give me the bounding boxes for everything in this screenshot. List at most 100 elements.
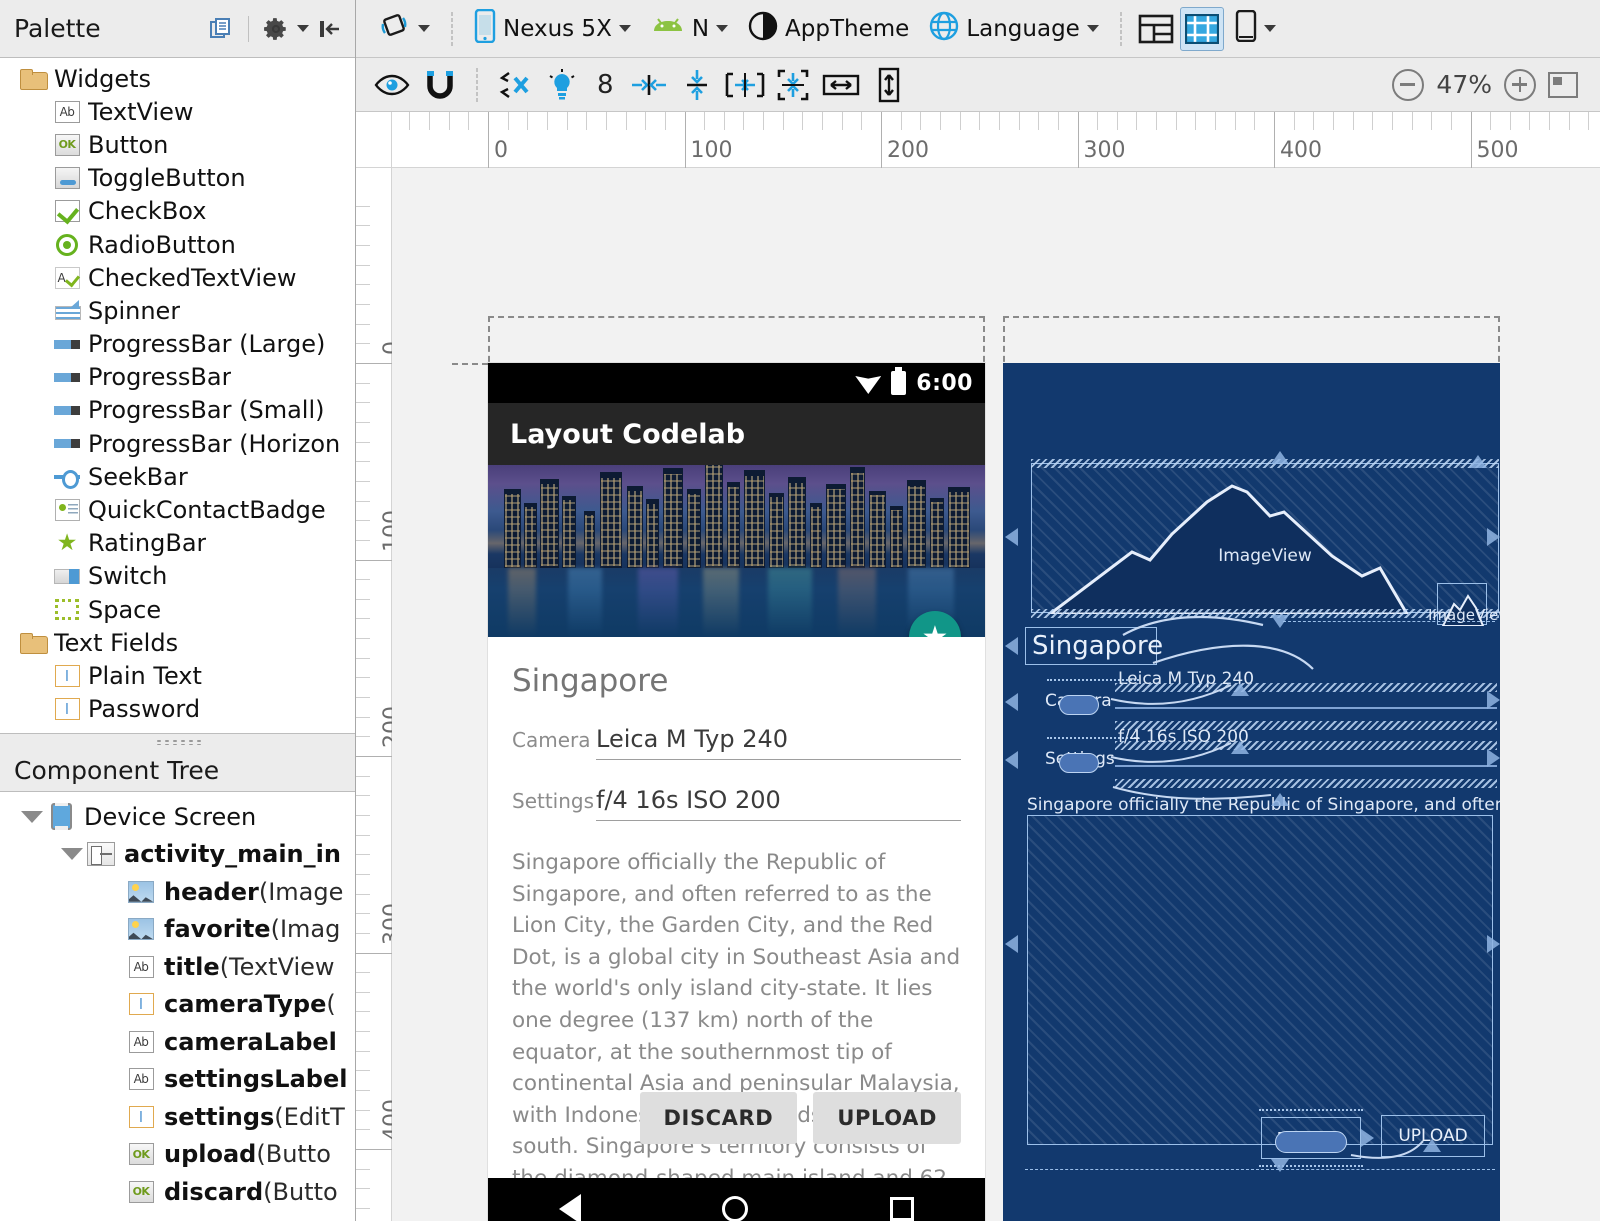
clear-constraints-icon[interactable] <box>492 63 536 107</box>
design-canvas[interactable]: 0100200300400500 0100200300400 6:00 <box>356 112 1600 1221</box>
tree-item-type: ( <box>326 990 336 1019</box>
expand-horizontal-icon[interactable] <box>819 63 863 107</box>
blueprint-preview[interactable]: ImageView ImageView Singapore <box>1003 363 1500 1221</box>
back-icon[interactable] <box>558 1194 581 1221</box>
default-margin-value[interactable]: 8 <box>588 64 623 106</box>
blueprint-camera-wave-top <box>1115 683 1497 692</box>
ruler-tick <box>1529 112 1531 130</box>
palette-item-ratingbar[interactable]: ★ RatingBar <box>0 527 355 560</box>
palette-item-quickcontactbadge[interactable]: QuickContactBadge <box>0 493 355 526</box>
expand-arrow-icon[interactable] <box>58 848 86 861</box>
tree-item-title[interactable]: Ab title (TextView <box>0 948 355 986</box>
home-icon[interactable] <box>722 1196 749 1221</box>
device-config-selector[interactable] <box>1226 8 1285 50</box>
palette-item-seekbar[interactable]: SeekBar <box>0 460 355 493</box>
palette-item-checkedtextview[interactable]: A CheckedTextView <box>0 261 355 294</box>
palette-item-button[interactable]: OK Button <box>0 128 355 161</box>
palette-item-plain-text[interactable]: I Plain Text <box>0 659 355 692</box>
upload-button[interactable]: UPLOAD <box>813 1092 961 1144</box>
canvas-scene[interactable]: 6:00 Layout Codelab ★ Singapore Camera L… <box>392 168 1600 1221</box>
textview-icon: Ab <box>52 99 82 125</box>
autoconnect-magnet-icon[interactable] <box>418 63 462 107</box>
pack-horizontal-icon[interactable] <box>723 63 767 107</box>
palette-item-progressbar[interactable]: ProgressBar <box>0 361 355 394</box>
chevron-down-icon[interactable] <box>297 25 309 32</box>
tree-item-activity_main_in[interactable]: activity_main_in <box>0 836 355 874</box>
edittext-icon: I <box>52 696 82 722</box>
blueprint-settings-wave-bottom <box>1115 779 1497 788</box>
palette-item-textview[interactable]: Ab TextView <box>0 95 355 128</box>
palette-item-password[interactable]: I Password <box>0 693 355 726</box>
palette-group-text-fields[interactable]: Text Fields <box>0 626 355 659</box>
splitter-grip[interactable] <box>154 739 201 745</box>
ruler-tick <box>763 112 765 130</box>
star-icon: ★ <box>921 619 949 638</box>
tree-item-favorite[interactable]: favorite (Imag <box>0 911 355 949</box>
discard-button[interactable]: DISCARD <box>639 1092 798 1144</box>
expand-vertical-icon[interactable] <box>867 63 911 107</box>
divider <box>451 10 453 47</box>
settings-input[interactable]: f/4 16s ISO 200 <box>596 786 961 821</box>
tree-item-device-screen[interactable]: Device Screen <box>0 798 355 836</box>
zoom-in-icon[interactable] <box>1504 68 1536 101</box>
palette-item-spinner[interactable]: Spinner <box>0 294 355 327</box>
palette-item-checkbox[interactable]: CheckBox <box>0 195 355 228</box>
copy-icon[interactable] <box>206 14 236 44</box>
theme-selector[interactable]: AppTheme <box>739 8 918 50</box>
component-tree-title: Component Tree <box>14 756 220 785</box>
ruler-tick <box>1116 112 1118 130</box>
tree-item-settingslabel[interactable]: Ab settingsLabel <box>0 1061 355 1099</box>
blueprint-camera-pill[interactable] <box>1059 695 1099 715</box>
pack-vertical-icon[interactable] <box>771 63 815 107</box>
tree-item-cameratype[interactable]: IcameraType ( <box>0 986 355 1024</box>
blueprint-title[interactable]: Singapore <box>1025 627 1163 665</box>
blueprint-header-imageview[interactable]: ImageView <box>1031 463 1499 614</box>
blueprint-view-icon[interactable] <box>1179 6 1224 51</box>
palette-item-progressbar-horizon[interactable]: ProgressBar (Horizon <box>0 427 355 460</box>
ruler-tick <box>356 421 370 423</box>
constraint-arrow-up-upload <box>1423 1139 1441 1152</box>
zoom-fit-icon[interactable] <box>1548 71 1578 98</box>
align-horizontal-icon[interactable] <box>627 63 671 107</box>
palette-item-space[interactable]: Space <box>0 593 355 626</box>
infer-constraints-icon[interactable] <box>540 63 584 107</box>
design-view-icon[interactable] <box>1134 7 1178 51</box>
device-selector[interactable]: Nexus 5X <box>465 8 640 50</box>
palette-item-radiobutton[interactable]: RadioButton <box>0 228 355 261</box>
align-vertical-icon[interactable] <box>675 63 719 107</box>
tree-item-cameralabel[interactable]: Ab cameraLabel <box>0 1023 355 1061</box>
tree-item-discard[interactable]: OK discard (Butto <box>0 1173 355 1211</box>
language-selector[interactable]: Language <box>920 8 1108 50</box>
blueprint-settings-pill[interactable] <box>1059 753 1099 773</box>
component-tree-list[interactable]: Device Screen activity_main_in header (Ima… <box>0 792 355 1221</box>
palette-group-widgets[interactable]: Widgets <box>0 62 355 95</box>
tree-item-header[interactable]: header (Image <box>0 873 355 911</box>
orientation-selector[interactable] <box>368 8 439 50</box>
device-preview[interactable]: 6:00 Layout Codelab ★ Singapore Camera L… <box>488 363 985 1221</box>
blueprint-settings-wave-top <box>1115 741 1497 750</box>
blueprint-discard-pill[interactable] <box>1275 1131 1347 1153</box>
settings-field-row[interactable]: Settings f/4 16s ISO 200 <box>512 786 961 821</box>
gear-icon[interactable] <box>261 14 291 44</box>
palette-list[interactable]: Widgets Ab TextView OK Button ToggleButton Che… <box>0 58 355 734</box>
progressbar-icon <box>52 397 82 423</box>
palette-item-label: Button <box>88 130 169 159</box>
blueprint-body-block[interactable] <box>1027 815 1493 1145</box>
palette-item-togglebutton[interactable]: ToggleButton <box>0 162 355 195</box>
header-image[interactable]: ★ <box>488 465 985 637</box>
api-selector[interactable]: N <box>642 8 737 50</box>
camera-input[interactable]: Leica M Typ 240 <box>596 725 961 760</box>
tree-item-settings[interactable]: Isettings (EditT <box>0 1098 355 1136</box>
expand-arrow-icon[interactable] <box>18 810 46 823</box>
palette-item-switch[interactable]: Switch <box>0 560 355 593</box>
collapse-icon[interactable] <box>315 14 345 44</box>
ruler-tick <box>979 112 981 130</box>
palette-item-progressbar-small[interactable]: ProgressBar (Small) <box>0 394 355 427</box>
zoom-out-icon[interactable] <box>1392 68 1425 101</box>
camera-field-row[interactable]: Camera Leica M Typ 240 <box>512 725 961 760</box>
panel-splitter[interactable] <box>0 734 355 750</box>
palette-item-progressbar-large[interactable]: ProgressBar (Large) <box>0 328 355 361</box>
tree-item-upload[interactable]: OK upload (Butto <box>0 1136 355 1174</box>
show-constraints-icon[interactable] <box>370 63 414 107</box>
recents-icon[interactable] <box>890 1197 915 1221</box>
